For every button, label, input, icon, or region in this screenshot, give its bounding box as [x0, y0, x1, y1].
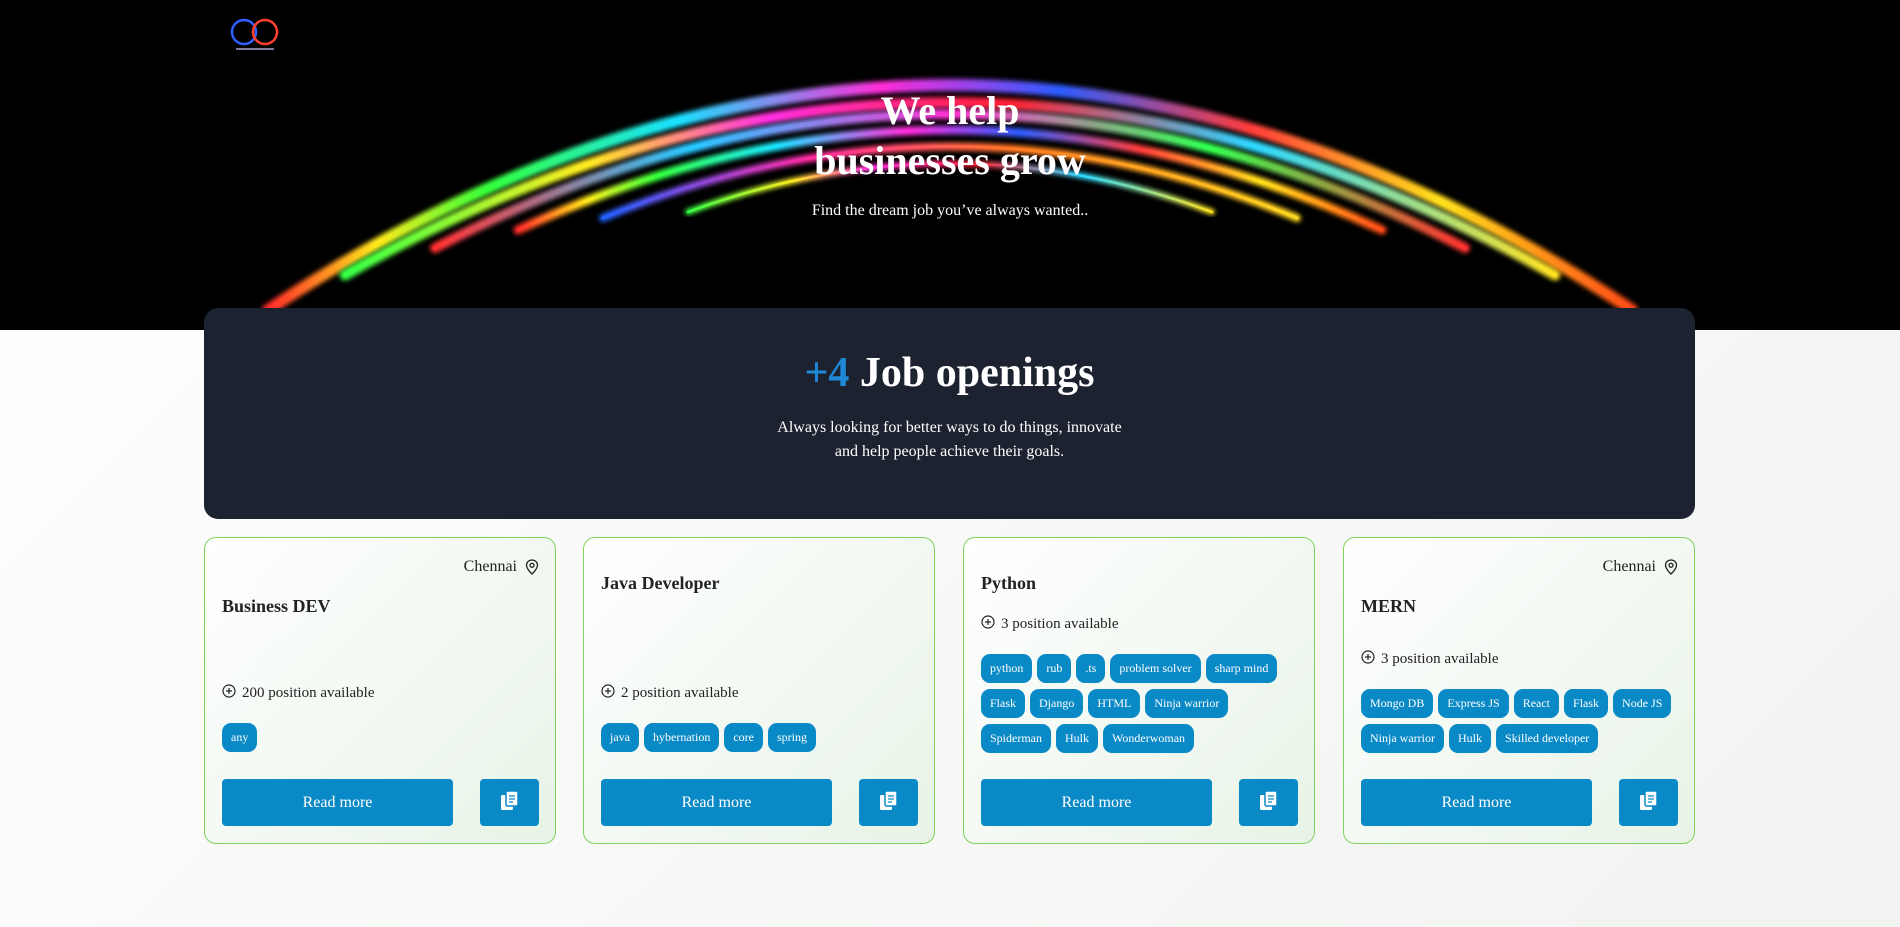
skill-tag: core: [724, 723, 763, 752]
skill-tag: Express JS: [1438, 689, 1509, 718]
skill-tag: java: [601, 723, 639, 752]
hero-title: We help businesses grow: [0, 86, 1900, 186]
hero-banner: We help businesses grow Find the dream j…: [0, 0, 1900, 330]
job-title: MERN: [1361, 596, 1416, 616]
job-title: Java Developer: [601, 573, 720, 593]
skill-tag: python: [981, 654, 1033, 683]
openings-label: Job openings: [859, 350, 1095, 396]
copy-icon: [500, 790, 520, 815]
skill-tags: python rub .ts problem solver sharp mind…: [981, 654, 1301, 753]
skill-tags: any: [222, 723, 542, 752]
positions-text: 2 position available: [621, 685, 739, 701]
positions-available: 2 position available: [601, 684, 738, 703]
plus-circle-icon: [601, 684, 615, 703]
skill-tag: hybernation: [644, 723, 720, 752]
skill-tag: Flask: [981, 689, 1026, 718]
openings-description: Always looking for better ways to do thi…: [204, 416, 1695, 464]
skill-tag: Django: [1030, 689, 1084, 718]
copy-button[interactable]: [859, 779, 918, 826]
skill-tag: Skilled developer: [1495, 724, 1599, 753]
skill-tag: HTML: [1088, 689, 1141, 718]
copy-button[interactable]: [1239, 779, 1298, 826]
infinity-logo-icon[interactable]: [228, 14, 282, 54]
job-card: Python 3 position available python rub .…: [963, 537, 1315, 844]
read-more-button[interactable]: Read more: [601, 779, 832, 826]
positions-available: 3 position available: [1361, 650, 1498, 669]
copy-button[interactable]: [1619, 779, 1678, 826]
openings-desc-line1: Always looking for better ways to do thi…: [777, 419, 1122, 436]
job-location: Chennai: [464, 558, 539, 576]
read-more-button[interactable]: Read more: [222, 779, 453, 826]
skill-tag: Spiderman: [981, 724, 1051, 753]
skill-tags: Mongo DB Express JS React Flask Node JS …: [1361, 689, 1681, 753]
skill-tag: Mongo DB: [1361, 689, 1434, 718]
skill-tag: Wonderwoman: [1103, 724, 1195, 753]
hero-title-line1: We help: [880, 88, 1020, 133]
hero-title-line2: businesses grow: [814, 138, 1086, 183]
read-more-button[interactable]: Read more: [1361, 779, 1592, 826]
read-more-button[interactable]: Read more: [981, 779, 1212, 826]
job-card: Chennai MERN 3 position available Mongo …: [1343, 537, 1695, 844]
skill-tag: Node JS: [1613, 689, 1672, 718]
location-pin-icon: [525, 559, 539, 575]
skill-tag: sharp mind: [1205, 654, 1278, 683]
plus-circle-icon: [222, 684, 236, 703]
skill-tag: Ninja warrior: [1145, 689, 1229, 718]
skill-tag: Flask: [1564, 689, 1609, 718]
skill-tag: spring: [767, 723, 816, 752]
job-location: Chennai: [1603, 558, 1678, 576]
positions-text: 200 position available: [242, 685, 375, 701]
openings-count: +4: [804, 350, 850, 396]
positions-available: 3 position available: [981, 615, 1118, 634]
skill-tag: Ninja warrior: [1361, 724, 1444, 753]
location-pin-icon: [1664, 559, 1678, 575]
job-card: Chennai Business DEV 200 position availa…: [204, 537, 556, 844]
openings-heading: +4 Job openings: [204, 348, 1695, 398]
copy-icon: [1639, 790, 1659, 815]
skill-tag: Hulk: [1448, 724, 1491, 753]
positions-text: 3 position available: [1001, 616, 1119, 632]
job-title: Python: [981, 573, 1037, 593]
skill-tags: java hybernation core spring: [601, 723, 921, 752]
job-card: Java Developer 2 position available java…: [583, 537, 935, 844]
job-openings-panel: +4 Job openings Always looking for bette…: [204, 308, 1695, 519]
skill-tag: problem solver: [1110, 654, 1201, 683]
skill-tag: .ts: [1076, 654, 1106, 683]
copy-icon: [1259, 790, 1279, 815]
positions-text: 3 position available: [1381, 651, 1499, 667]
skill-tag: any: [222, 723, 258, 752]
copy-button[interactable]: [480, 779, 539, 826]
positions-available: 200 position available: [222, 684, 374, 703]
job-title: Business DEV: [222, 596, 331, 616]
skill-tag: rub: [1037, 654, 1072, 683]
plus-circle-icon: [981, 615, 995, 634]
plus-circle-icon: [1361, 650, 1375, 669]
copy-icon: [879, 790, 899, 815]
hero-subtitle: Find the dream job you’ve always wanted.…: [811, 202, 1089, 219]
skill-tag: Hulk: [1056, 724, 1098, 753]
location-label: Chennai: [463, 558, 517, 575]
openings-desc-line2: and help people achieve their goals.: [834, 443, 1065, 460]
skill-tag: React: [1513, 689, 1560, 718]
location-label: Chennai: [1602, 558, 1656, 575]
